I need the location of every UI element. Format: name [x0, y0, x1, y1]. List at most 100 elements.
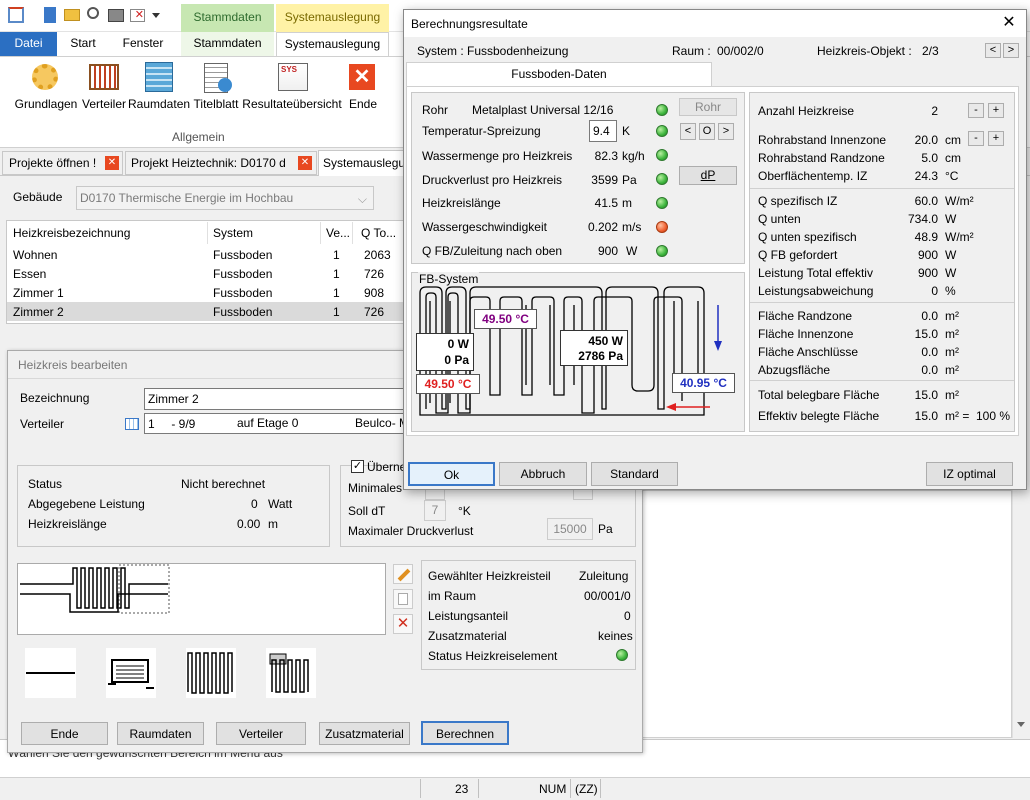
result-value: 0.202 — [587, 220, 618, 234]
resultateuebersicht-button[interactable]: SYS Resultateübersicht — [242, 60, 342, 114]
doc-tab-projekt-heiztechnik[interactable]: Projekt Heiztechnik: D0170 d ✕ — [125, 151, 317, 175]
ende-label: Ende — [348, 97, 378, 111]
result-label: Effektiv belegte Fläche — [758, 409, 880, 423]
heizkreise-decrement-button[interactable]: - — [968, 103, 984, 118]
heizkreise-increment-button[interactable]: + — [988, 103, 1004, 118]
element-radiator[interactable] — [106, 648, 156, 698]
doc-tab-label: Projekte öffnen ! — [9, 156, 97, 170]
tab-start[interactable]: Start — [62, 32, 104, 56]
element-meander-radiator[interactable] — [266, 648, 316, 698]
status-indicator-green — [656, 125, 668, 137]
table-row[interactable]: Wohnen Fussboden 1 2063 — [7, 245, 409, 264]
dropdown-icon[interactable] — [152, 13, 160, 18]
close-icon[interactable]: ✕ — [298, 156, 312, 170]
table-header[interactable]: Heizkreisbezeichnung — [13, 226, 130, 240]
ende-button[interactable]: ✕ Ende — [344, 60, 382, 114]
hk-berechnen-button[interactable]: Berechnen — [421, 721, 509, 745]
edit-pencil-button[interactable] — [393, 564, 413, 584]
reset-rohr-button[interactable]: O — [699, 123, 715, 140]
raumdaten-button[interactable]: Raumdaten — [128, 60, 190, 114]
rohr-button[interactable]: Rohr — [679, 98, 737, 116]
iz-optimal-button[interactable]: IZ optimal — [926, 462, 1013, 486]
prev-rohr-button[interactable]: < — [680, 123, 696, 140]
table-header[interactable]: Q To... — [361, 226, 396, 240]
ok-button[interactable]: Ok — [408, 462, 495, 486]
close-doc-icon[interactable]: ✕ — [130, 9, 145, 22]
raumdaten-label: Raumdaten — [128, 97, 191, 111]
verteiler-label: Verteiler — [81, 97, 127, 111]
abstand-decrement-button[interactable]: - — [968, 131, 984, 146]
tab-fussboden-daten[interactable]: Fussboden-Daten — [406, 62, 712, 87]
copy-button[interactable] — [393, 589, 413, 609]
objekt-label: Heizkreis-Objekt : — [817, 44, 912, 58]
close-icon[interactable]: ✕ — [995, 12, 1023, 34]
dp-button[interactable]: dP — [679, 166, 737, 185]
hk-ende-button[interactable]: Ende — [21, 722, 108, 745]
hk-verteiler-button[interactable]: Verteiler — [216, 722, 306, 745]
pencil-icon — [397, 568, 411, 582]
element-meander[interactable] — [186, 648, 236, 698]
tab-stammdaten[interactable]: Stammdaten — [181, 32, 274, 56]
next-object-button[interactable]: > — [1003, 43, 1019, 58]
folder-icon[interactable] — [64, 9, 80, 21]
result-unit: W — [945, 248, 957, 262]
bezeichnung-input[interactable]: Zimmer 2 — [144, 388, 404, 410]
titelblatt-button[interactable]: Titelblatt — [190, 60, 242, 114]
cell-ve: 1 — [333, 305, 340, 319]
tab-fenster[interactable]: Fenster — [115, 32, 171, 56]
result-label: Leistung Total effektiv — [758, 266, 873, 280]
result-unit: m² — [945, 345, 959, 359]
delete-button[interactable]: ✕ — [393, 614, 413, 634]
result-value: 15.0 — [914, 388, 938, 402]
uebernehmen-checkbox[interactable]: ✓ — [351, 460, 364, 473]
table-row[interactable]: Essen Fussboden 1 726 — [7, 264, 409, 283]
maxdruck-input[interactable]: 15000 — [547, 518, 593, 540]
gebaeude-value: D0170 Thermische Energie im Hochbau — [80, 191, 294, 205]
soll-input[interactable]: 7 — [424, 500, 446, 521]
result-unit: m² — [945, 327, 959, 341]
vertical-scrollbar[interactable] — [1012, 490, 1029, 738]
result-label: Q spezifisch IZ — [758, 194, 838, 208]
table-row-selected[interactable]: Zimmer 2 Fussboden 1 726 — [7, 302, 409, 321]
node1-pressure: 0 Pa — [444, 353, 469, 367]
heizkreis-preview[interactable] — [17, 563, 386, 635]
abbruch-button[interactable]: Abbruch — [499, 462, 587, 486]
result-unit: kg/h — [622, 149, 645, 163]
document-icon[interactable] — [44, 7, 56, 23]
cell-name: Essen — [13, 267, 47, 281]
search-icon[interactable] — [87, 7, 99, 19]
hk-zusatzmaterial-button[interactable]: Zusatzmaterial — [319, 722, 410, 745]
status-value: Nicht berechnet — [181, 477, 266, 491]
gebaeude-select[interactable]: D0170 Thermische Energie im Hochbau ⌵ — [76, 186, 374, 210]
prev-object-button[interactable]: < — [985, 43, 1001, 58]
standard-button[interactable]: Standard — [591, 462, 678, 486]
raum-value: 00/002/0 — [717, 44, 764, 58]
tab-datei[interactable]: Datei — [0, 32, 57, 56]
verteiler-button[interactable]: Verteiler — [80, 60, 128, 114]
spreizung-input[interactable]: 9.4 — [589, 120, 617, 142]
abstand-increment-button[interactable]: + — [988, 131, 1004, 146]
statusbar-divider — [478, 779, 479, 798]
close-icon[interactable]: ✕ — [105, 156, 119, 170]
tab-systemauslegung[interactable]: Systemauslegung — [276, 32, 389, 57]
calendar-icon[interactable] — [125, 418, 139, 430]
next-rohr-button[interactable]: > — [718, 123, 734, 140]
result-label: Oberflächentemp. IZ — [758, 169, 868, 183]
scroll-down-arrow[interactable] — [1017, 722, 1025, 727]
result-label: Rohrabstand Innenzone — [758, 133, 887, 147]
result-unit: m² = — [945, 409, 970, 423]
table-row[interactable]: Zimmer 1 Fussboden 1 908 — [7, 283, 409, 302]
element-straight-pipe[interactable] — [25, 648, 76, 698]
hk-raumdaten-button[interactable]: Raumdaten — [117, 722, 204, 745]
cell-name: Zimmer 2 — [13, 305, 64, 319]
print-icon[interactable] — [108, 9, 124, 22]
table-header[interactable]: System — [213, 226, 253, 240]
grundlagen-button[interactable]: Grundlagen — [14, 60, 78, 114]
building-icon — [145, 62, 173, 92]
doc-tab-projekte[interactable]: Projekte öffnen ! ✕ — [2, 151, 123, 175]
result-value: 734.0 — [907, 212, 938, 226]
table-header[interactable]: Ve... — [326, 226, 350, 240]
home-icon[interactable] — [8, 7, 24, 23]
result-unit: m² — [945, 388, 959, 402]
doc-tab-systemauslegung[interactable]: Systemauslegu — [318, 150, 408, 177]
